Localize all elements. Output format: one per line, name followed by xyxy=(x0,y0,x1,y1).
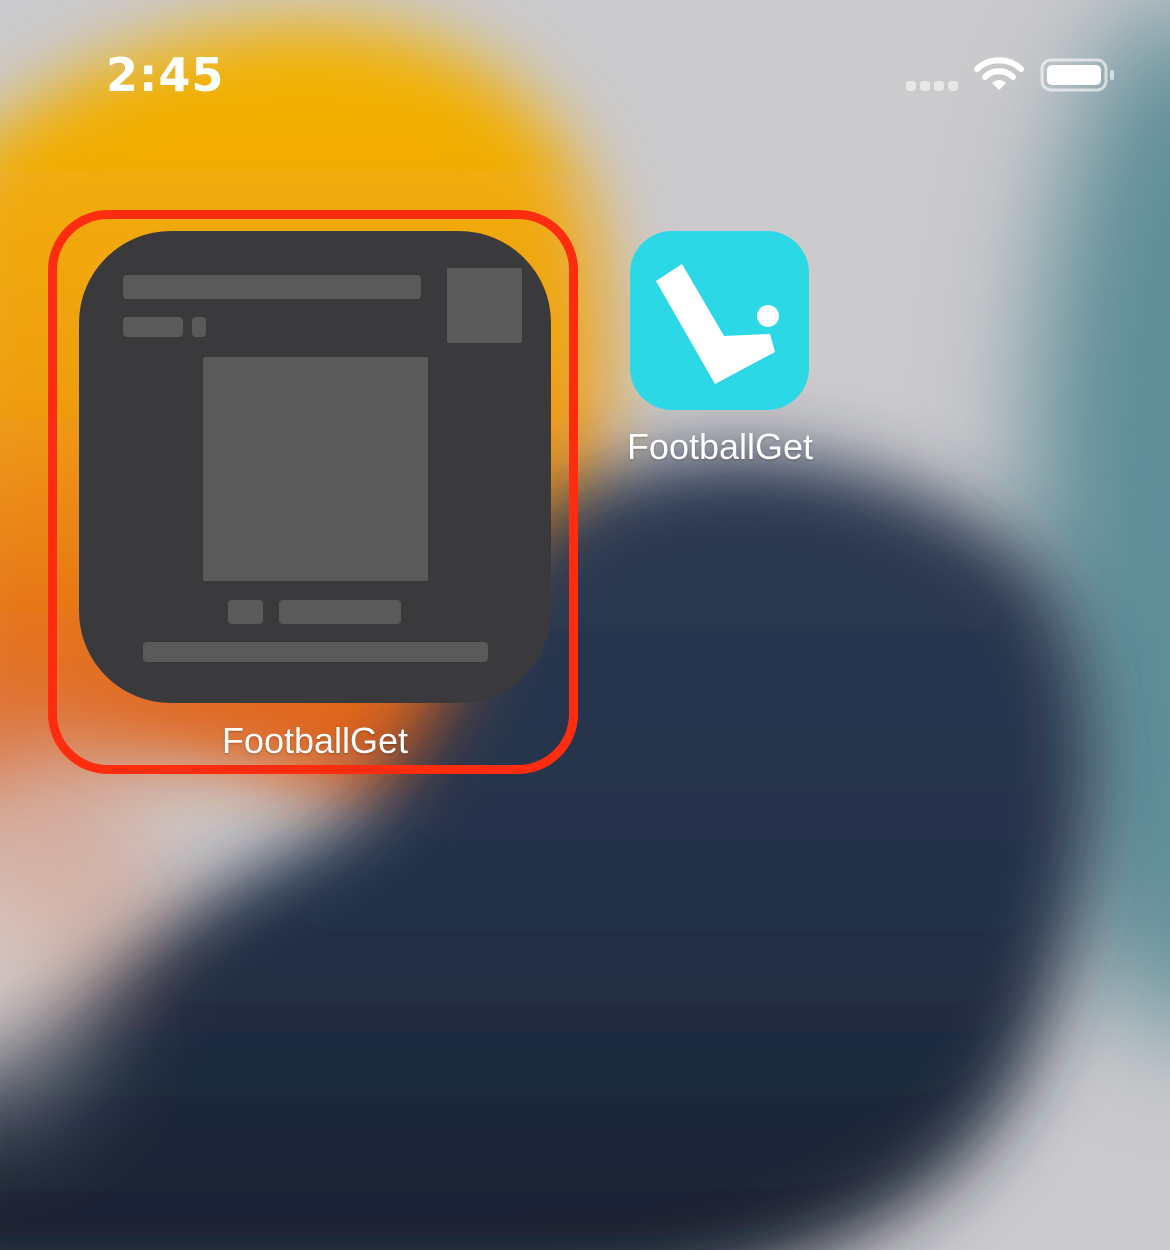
cellular-signal-icon xyxy=(906,81,958,91)
placeholder-dot xyxy=(192,317,206,337)
placeholder-footer-bar xyxy=(143,642,488,662)
footballget-app-icon[interactable] xyxy=(630,231,809,410)
footballget-widget[interactable] xyxy=(79,231,551,703)
placeholder-tag xyxy=(123,317,183,337)
battery-icon xyxy=(1040,58,1116,92)
placeholder-caption xyxy=(279,600,401,624)
placeholder-image xyxy=(203,357,428,581)
placeholder-badge xyxy=(228,600,263,624)
placeholder-title-bar xyxy=(123,275,421,299)
app-label[interactable]: FootballGet xyxy=(590,424,850,470)
status-time: 2:45 xyxy=(106,48,225,102)
placeholder-thumbnail xyxy=(447,268,522,343)
wifi-icon xyxy=(973,56,1025,94)
widget-label: FootballGet xyxy=(221,720,409,761)
